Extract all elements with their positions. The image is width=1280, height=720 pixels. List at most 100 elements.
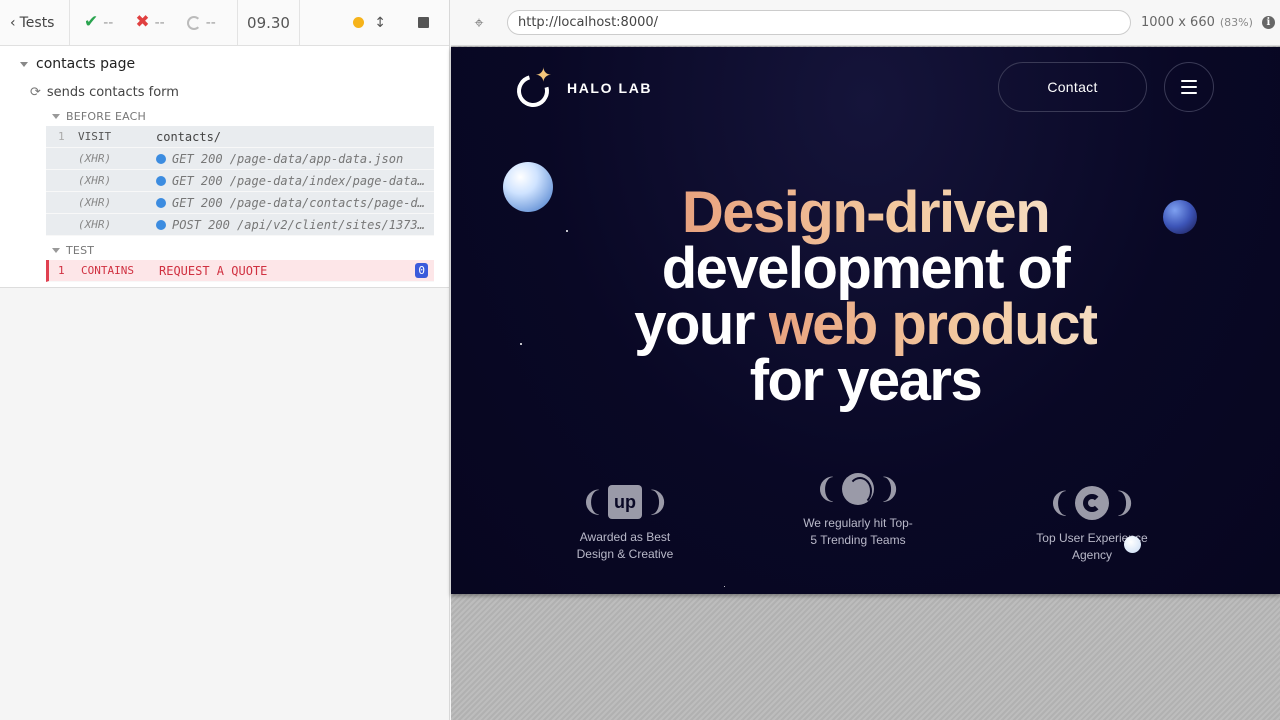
stop-button[interactable] xyxy=(418,17,429,28)
menu-line xyxy=(1181,86,1197,88)
pending-stat: -- xyxy=(186,14,216,31)
stats: ✔ -- ✖ -- -- xyxy=(70,0,238,45)
passed-stat: ✔ -- xyxy=(84,14,113,31)
contact-button[interactable]: Contact xyxy=(998,62,1147,112)
command-row-failed[interactable]: 1 CONTAINS REQUEST A QUOTE 0 xyxy=(46,260,434,282)
xhr-text: GET 200 /page-data/app-data.json xyxy=(172,151,404,166)
dribbble-logo-icon xyxy=(842,473,874,505)
award-emblem: ❨ up ❩ xyxy=(555,485,695,519)
laurel-left-icon: ❨ xyxy=(580,486,604,517)
viewport-scale: (83%) xyxy=(1219,16,1253,29)
award-dribbble: ❨ ❩ We regularly hit Top- 5 Trending Tea… xyxy=(788,473,928,549)
hook-label: BEFORE EACH xyxy=(66,109,147,123)
xhr-text: POST 200 /api/v2/client/sites/1373... xyxy=(172,217,434,232)
runnables: contacts page ⟳ sends contacts form BEFO… xyxy=(0,46,449,288)
xhr-status-dot-icon xyxy=(156,219,166,230)
command-row[interactable]: 1 VISIT contacts/ xyxy=(46,126,434,148)
command-message: contacts/ xyxy=(156,129,222,144)
command-message: POST 200 /api/v2/client/sites/1373... xyxy=(156,218,434,232)
xhr-text: GET 200 /page-data/index/page-data.json xyxy=(172,173,434,188)
suite-title: contacts page xyxy=(36,56,136,72)
command-row[interactable]: (XHR) POST 200 /api/v2/client/sites/1373… xyxy=(46,214,434,236)
auto-scroll-toggle-icon[interactable]: ↕ xyxy=(374,15,386,31)
failed-count: -- xyxy=(154,14,165,31)
award-emblem: ❨ ❩ xyxy=(1017,486,1167,520)
halo-logo-icon: ✦ xyxy=(511,63,555,113)
failed-stat: ✖ -- xyxy=(135,14,164,31)
upwork-logo-icon: up xyxy=(608,485,642,519)
app-under-test-area: ⌖ http://localhost:8000/ 1000 x 660 (83%… xyxy=(451,0,1280,720)
chevron-left-icon: ‹ xyxy=(10,14,16,31)
pending-count: -- xyxy=(205,14,216,31)
command-row[interactable]: (XHR) GET 200 /page-data/index/page-data… xyxy=(46,170,434,192)
hook-before-each[interactable]: BEFORE EACH xyxy=(0,106,449,126)
running-indicator-icon xyxy=(353,17,365,28)
running-refresh-icon: ⟳ xyxy=(30,84,41,100)
suite-title-row[interactable]: contacts page xyxy=(0,50,449,78)
element-count-badge: 0 xyxy=(415,263,428,278)
viewport-size: 1000 x 660 xyxy=(1141,15,1215,30)
back-to-tests-button[interactable]: ‹ Tests xyxy=(0,0,70,45)
menu-line xyxy=(1181,80,1197,82)
caret-down-icon xyxy=(52,113,60,119)
command-log-panel: ‹ Tests ✔ -- ✖ -- -- 09.30 ↕ contacts pa… xyxy=(0,0,450,720)
award-text: Design & Creative xyxy=(576,547,674,561)
hamburger-menu-button[interactable] xyxy=(1164,62,1214,112)
test-title: sends contacts form xyxy=(46,84,179,100)
command-message: GET 200 /page-data/app-data.json xyxy=(156,152,434,166)
x-icon: ✖ xyxy=(135,12,150,32)
xhr-status-dot-icon xyxy=(156,175,166,186)
tests-label: Tests xyxy=(19,14,55,31)
xhr-status-dot-icon xyxy=(156,197,166,208)
award-text: Agency xyxy=(1071,548,1113,562)
hero-heading: Design-driven development of your web pr… xyxy=(451,184,1280,413)
award-text: 5 Trending Teams xyxy=(810,533,906,547)
command-message: REQUEST A QUOTE xyxy=(159,263,268,278)
award-upwork: ❨ up ❩ Awarded as Best Design & Creative xyxy=(555,485,695,563)
check-icon: ✔ xyxy=(84,12,99,32)
command-number: 1 xyxy=(58,264,65,277)
laurel-right-icon: ❩ xyxy=(1113,487,1137,518)
duration: 09.30 xyxy=(238,0,300,45)
command-name: VISIT xyxy=(78,130,112,143)
c-logo-icon xyxy=(1075,486,1109,520)
url-bar[interactable]: http://localhost:8000/ xyxy=(507,10,1131,35)
hero-line-part: your xyxy=(634,292,769,357)
laurel-left-icon: ❨ xyxy=(1047,487,1071,518)
aut-header: ⌖ http://localhost:8000/ 1000 x 660 (83%… xyxy=(451,0,1280,46)
caret-down-icon xyxy=(52,247,60,253)
hook-test[interactable]: TEST xyxy=(0,240,449,260)
command-name: (XHR) xyxy=(78,152,112,165)
command-message: GET 200 /page-data/index/page-data.json xyxy=(156,174,434,188)
logo-text: HALO LAB xyxy=(567,80,653,96)
award-text: Top User Experience xyxy=(1036,531,1148,545)
command-name: CONTAINS xyxy=(81,264,134,277)
info-icon[interactable]: i xyxy=(1261,16,1275,29)
hook-label: TEST xyxy=(66,243,95,257)
command-message: GET 200 /page-data/contacts/page-data.js… xyxy=(156,196,434,210)
pending-circle-icon xyxy=(186,15,201,30)
command-row[interactable]: (XHR) GET 200 /page-data/app-data.json xyxy=(46,148,434,170)
menu-line xyxy=(1181,92,1197,94)
command-number: 1 xyxy=(58,130,65,143)
site-logo[interactable]: ✦ HALO LAB xyxy=(511,63,653,113)
laurel-right-icon: ❩ xyxy=(646,486,670,517)
command-name: (XHR) xyxy=(78,196,112,209)
hero-line: for years xyxy=(749,348,983,413)
viewport-info: 1000 x 660 (83%) i xyxy=(1141,15,1275,30)
hero-line: development of xyxy=(661,236,1071,301)
passed-count: -- xyxy=(103,14,114,31)
run-controls: ↕ xyxy=(300,0,449,45)
test-title-row[interactable]: ⟳ sends contacts form xyxy=(0,78,449,106)
xhr-status-dot-icon xyxy=(156,153,166,164)
site-viewport: ✦ HALO LAB Contact Design-driven develop… xyxy=(451,47,1280,594)
planet-decoration xyxy=(1124,536,1141,553)
command-name: (XHR) xyxy=(78,174,112,187)
command-row[interactable]: (XHR) GET 200 /page-data/contacts/page-d… xyxy=(46,192,434,214)
xhr-text: GET 200 /page-data/contacts/page-data.js… xyxy=(172,195,434,210)
command-name: (XHR) xyxy=(78,218,112,231)
selector-playground-crosshair-icon[interactable]: ⌖ xyxy=(451,13,507,33)
reporter-header: ‹ Tests ✔ -- ✖ -- -- 09.30 ↕ xyxy=(0,0,449,46)
award-ux: ❨ ❩ Top User Experience Agency xyxy=(1017,486,1167,564)
caret-down-icon xyxy=(20,61,28,67)
